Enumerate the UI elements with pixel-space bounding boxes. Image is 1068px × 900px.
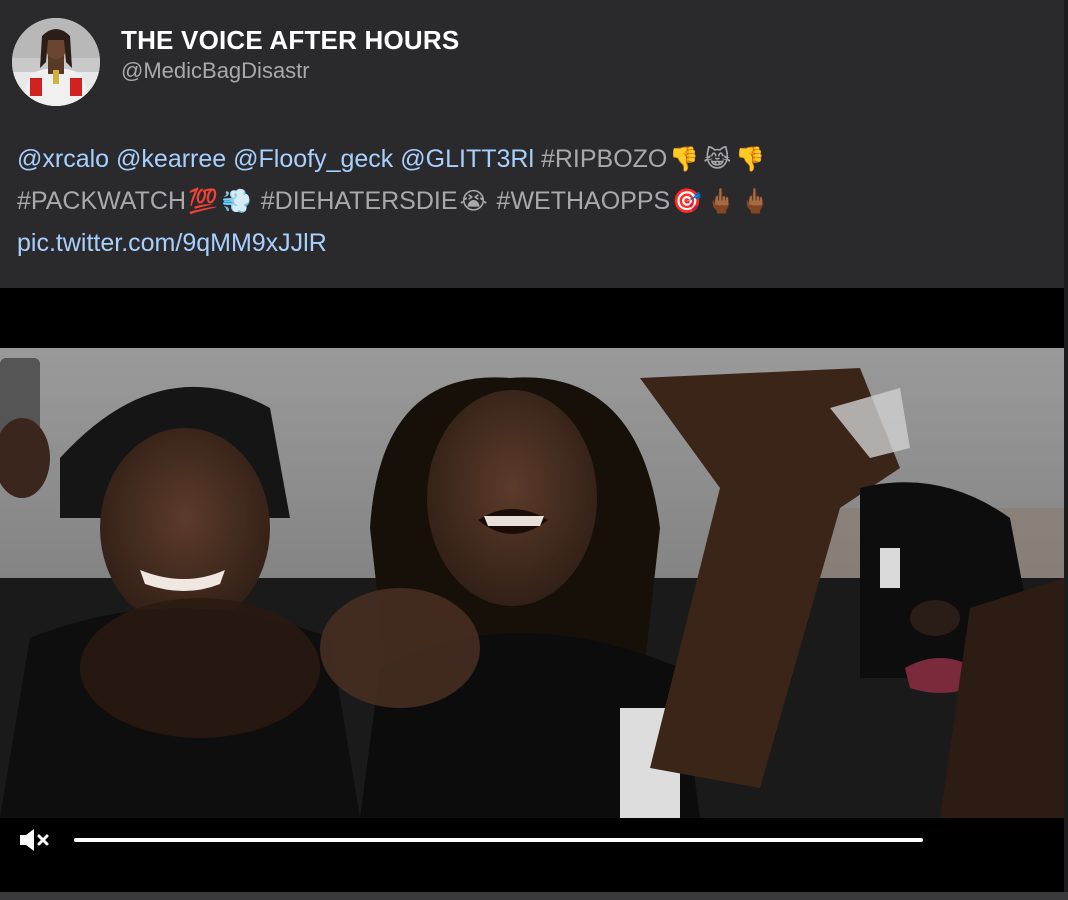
middle-finger-emoji-icon: 🖕🏾 bbox=[739, 188, 770, 215]
tweet-text-line-3: pic.twitter.com/9qMM9xJJlR bbox=[17, 222, 1047, 264]
tweet-author: THE VOICE AFTER HOURS @MedicBagDisastr bbox=[121, 24, 459, 84]
mention-link[interactable]: @xrcalo bbox=[17, 145, 109, 173]
crying-emoji-icon: 😭 bbox=[459, 188, 488, 215]
video-controls bbox=[0, 818, 1064, 880]
user-handle[interactable]: @MedicBagDisastr bbox=[121, 58, 459, 84]
target-emoji-icon: 🎯 bbox=[672, 188, 703, 215]
thumbs-down-emoji-icon: 👎 bbox=[735, 146, 766, 173]
hashtag-link[interactable]: #RIPBOZO bbox=[541, 145, 667, 173]
tweet-text-line-2: #PACKWATCH💯 💨 #DIEHATERSDIE😭 #WETHAOPPS🎯 🖕… bbox=[17, 180, 1047, 222]
divider bbox=[0, 892, 1068, 900]
hashtag-link[interactable]: #DIEHATERSDIE bbox=[261, 187, 458, 215]
mention-link[interactable]: @Floofy_geck bbox=[233, 145, 393, 173]
video-progress-fill bbox=[74, 838, 923, 842]
hashtag-link[interactable]: #WETHAOPPS bbox=[497, 187, 671, 215]
hashtag-link[interactable]: #PACKWATCH bbox=[17, 187, 186, 215]
avatar-image bbox=[12, 18, 100, 106]
hundred-emoji-icon: 💯 bbox=[188, 188, 218, 215]
profile-avatar[interactable] bbox=[12, 18, 100, 106]
video-player[interactable] bbox=[0, 288, 1064, 892]
video-progress-bar[interactable] bbox=[74, 838, 923, 842]
video-frame[interactable] bbox=[0, 348, 1064, 818]
display-name[interactable]: THE VOICE AFTER HOURS bbox=[121, 24, 459, 56]
tweet-header: THE VOICE AFTER HOURS @MedicBagDisastr bbox=[12, 18, 459, 110]
laughing-cat-emoji-icon: 😹 bbox=[703, 146, 732, 173]
tweet-text-line-1: @xrcalo @kearree @Floofy_geck @GLITT3Rl … bbox=[17, 138, 1047, 180]
mention-link[interactable]: @kearree bbox=[116, 145, 226, 173]
tweet-text: @xrcalo @kearree @Floofy_geck @GLITT3Rl … bbox=[17, 138, 1047, 264]
media-link[interactable]: pic.twitter.com/9qMM9xJJlR bbox=[17, 229, 327, 257]
middle-finger-emoji-icon: 🖕🏾 bbox=[706, 188, 736, 215]
mention-link[interactable]: @GLITT3Rl bbox=[400, 145, 534, 173]
tweet-card: THE VOICE AFTER HOURS @MedicBagDisastr @… bbox=[0, 0, 1068, 900]
unmute-button[interactable] bbox=[18, 827, 54, 853]
speaker-muted-icon bbox=[20, 829, 49, 851]
dash-emoji-icon: 💨 bbox=[221, 188, 252, 215]
thumbs-down-emoji-icon: 👎 bbox=[669, 146, 700, 173]
video-still-image bbox=[0, 348, 1064, 818]
